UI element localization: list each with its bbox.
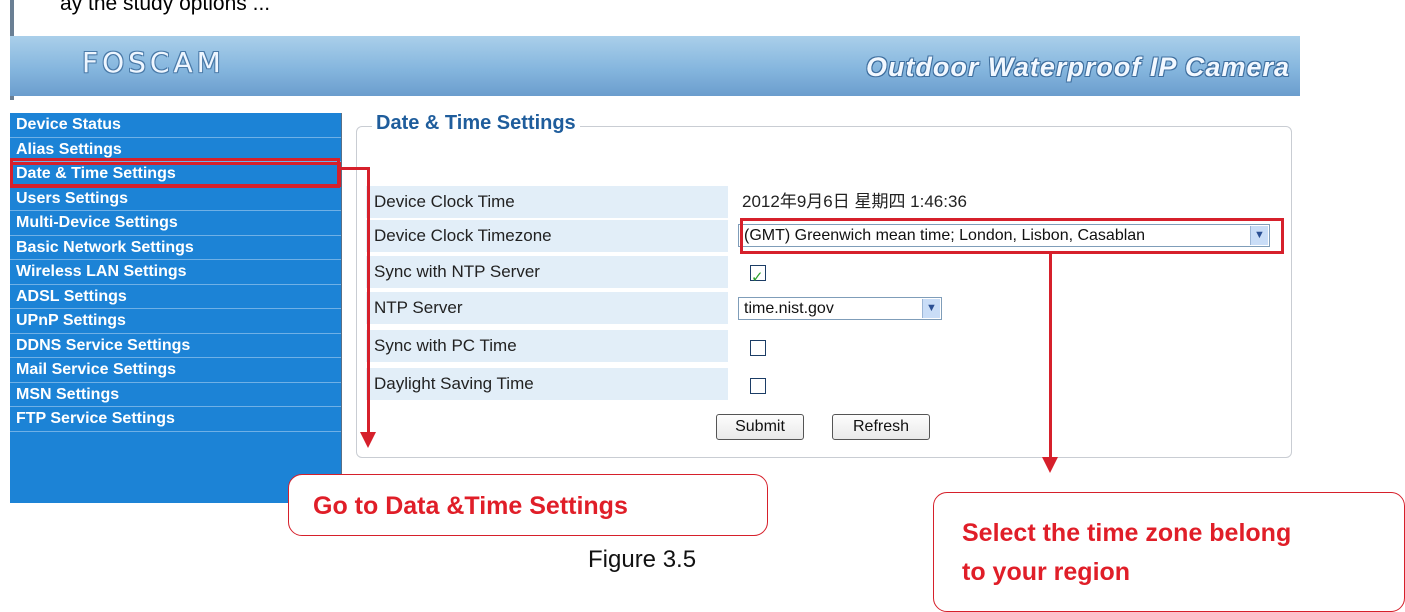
sync-pc-checkbox[interactable]: [750, 340, 766, 356]
sidebar-item-users-settings[interactable]: Users Settings: [10, 187, 341, 211]
right-callout-line-1: Select the time zone belong: [962, 519, 1292, 547]
header-tagline: Outdoor Waterproof IP Camera: [865, 52, 1290, 82]
figure-caption: Figure 3.5: [588, 546, 697, 573]
sidebar-item-wireless-lan-settings[interactable]: Wireless LAN Settings: [10, 260, 341, 285]
refresh-button[interactable]: Refresh: [832, 414, 930, 440]
right-callout: Select the time zone belong to your regi…: [933, 492, 1405, 612]
sidebar-item-device-status[interactable]: Device Status: [10, 113, 341, 138]
sync-ntp-cell: ✓: [732, 256, 1276, 288]
ntp-server-cell: time.nist.gov ▼: [732, 292, 1276, 324]
page-top-text: ay the study options ...: [60, 0, 271, 15]
row-sync-pc-time: Sync with PC Time: [366, 330, 1276, 364]
row-sync-ntp: Sync with NTP Server ✓: [366, 256, 1276, 290]
ntp-server-select-value: time.nist.gov: [744, 300, 834, 317]
right-callout-line-2: to your region: [962, 558, 1131, 586]
sidebar-highlight-box: [10, 158, 340, 188]
left-callout-text: Go to Data &Time Settings: [313, 492, 628, 520]
row-label: Sync with PC Time: [366, 330, 728, 362]
ntp-server-select[interactable]: time.nist.gov ▼: [738, 297, 942, 320]
app-header: FOSCAM Outdoor Waterproof IP Camera: [10, 36, 1300, 96]
device-clock-time-value: 2012年9月6日 星期四 1:46:36: [742, 192, 967, 211]
row-device-clock-time: Device Clock Time 2012年9月6日 星期四 1:46:36: [366, 186, 1276, 220]
sidebar-item-basic-network-settings[interactable]: Basic Network Settings: [10, 236, 341, 260]
timezone-highlight-box: [740, 218, 1284, 254]
sidebar-item-multi-device-settings[interactable]: Multi-Device Settings: [10, 211, 341, 236]
row-label: Sync with NTP Server: [366, 256, 728, 288]
chevron-down-icon: ▼: [922, 299, 940, 318]
check-icon: ✓: [751, 269, 764, 286]
sidebar-item-ddns-service-settings[interactable]: DDNS Service Settings: [10, 334, 341, 358]
arrow-down-icon: [1042, 457, 1058, 473]
row-label: Device Clock Timezone: [366, 220, 728, 252]
left-callout: Go to Data &Time Settings: [288, 474, 768, 536]
daylight-saving-checkbox[interactable]: [750, 378, 766, 394]
sidebar-item-upnp-settings[interactable]: UPnP Settings: [10, 309, 341, 334]
row-daylight-saving: Daylight Saving Time: [366, 368, 1276, 402]
row-label: NTP Server: [366, 292, 728, 324]
sidebar-item-mail-service-settings[interactable]: Mail Service Settings: [10, 358, 341, 383]
daylight-cell: [732, 368, 1276, 400]
arrow-down-icon: [360, 432, 376, 448]
row-label: Device Clock Time: [366, 186, 728, 218]
sidebar-item-msn-settings[interactable]: MSN Settings: [10, 383, 341, 407]
sync-ntp-checkbox[interactable]: ✓: [750, 265, 766, 286]
sidebar-item-adsl-settings[interactable]: ADSL Settings: [10, 285, 341, 309]
foscam-logo: FOSCAM: [82, 46, 225, 79]
panel-title: Date & Time Settings: [372, 112, 580, 135]
arrow-shaft: [1049, 254, 1052, 459]
arrow-connector: [340, 167, 370, 170]
submit-button[interactable]: Submit: [716, 414, 804, 440]
row-ntp-server: NTP Server time.nist.gov ▼: [366, 292, 1276, 326]
row-label: Daylight Saving Time: [366, 368, 728, 400]
arrow-shaft: [367, 167, 370, 433]
sidebar-item-ftp-service-settings[interactable]: FTP Service Settings: [10, 407, 341, 432]
sync-pc-cell: [732, 330, 1276, 362]
